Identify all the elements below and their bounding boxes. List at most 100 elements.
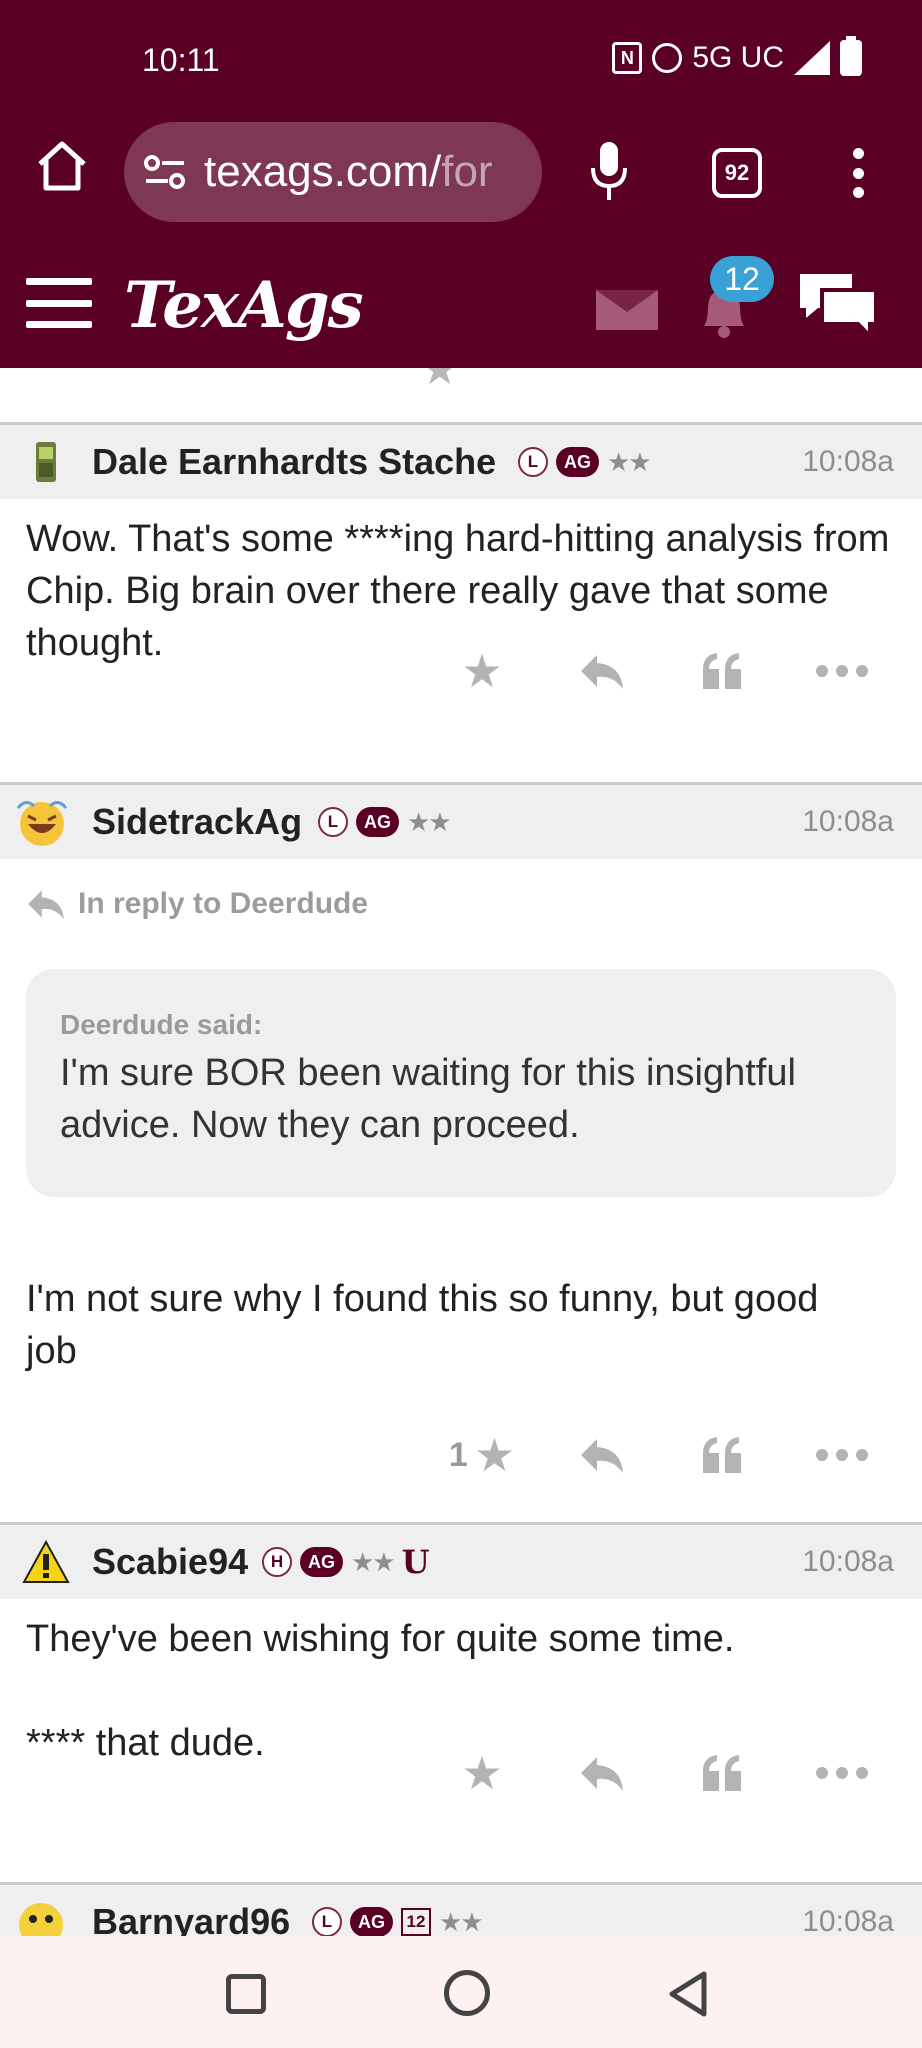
overflow-menu-icon[interactable] [852,148,864,198]
post-username[interactable]: Dale Earnhardts Stache [92,441,496,483]
mic-icon[interactable] [590,140,628,202]
quote-button[interactable] [662,641,782,701]
star-icon: ★ [461,1747,503,1799]
star-rating: ★★ [407,806,452,837]
reply-button[interactable] [542,1743,662,1803]
laughing-avatar-icon[interactable] [14,794,70,850]
reply-icon [581,1439,623,1473]
site-logo[interactable]: TexAgs [124,268,364,343]
like-count: 1 [448,1435,468,1474]
nfc-icon: N [612,42,643,74]
badge-l: L [312,1907,342,1936]
post-header: SidetrackAg L AG ★★ 10:08a [0,785,922,859]
star-rating: ★★ [351,1546,396,1577]
post-body-line: They've been wishing for quite some time… [26,1618,735,1660]
signal-icon [794,41,830,75]
url-dim: for [441,147,493,196]
like-button[interactable]: 1 ★ [422,1425,542,1485]
reply-to-label: In reply to Deerdude [78,887,369,920]
badge-ag: AG [356,807,399,837]
user-badges: L AG 12 ★★ [312,1906,484,1937]
quote-button[interactable] [662,1425,782,1485]
quote-block: Deerdude said: I'm sure BOR been waiting… [26,969,896,1197]
user-badges: H AG ★★ U [262,1543,430,1581]
more-button[interactable] [782,1743,902,1803]
badge-l: L [518,447,548,477]
quote-text: I'm sure BOR been waiting for this insig… [60,1052,796,1146]
emoji-avatar-icon[interactable] [14,1895,68,1936]
reply-icon [28,890,64,920]
url-bar[interactable]: texags.com/for [124,122,542,222]
more-button[interactable] [782,1425,902,1485]
like-button[interactable]: ★ [422,641,542,701]
badge-ag: AG [300,1547,343,1577]
home-nav-button[interactable] [444,1970,490,2016]
site-settings-icon[interactable] [144,155,186,189]
post: Barnyard96 L AG 12 ★★ 10:08a [0,1882,922,1936]
reply-icon [581,655,623,689]
hamburger-menu-icon[interactable] [26,278,92,328]
back-icon[interactable] [666,1970,710,2018]
post-username[interactable]: Scabie94 [92,1541,248,1583]
badge-ag: AG [556,447,599,477]
badge-ag: AG [350,1907,393,1936]
post-actions: 1 ★ [422,1425,902,1485]
system-nav-bar [0,1936,922,2048]
reply-to-link[interactable]: In reply to Deerdude [26,887,368,921]
badge-u: U [401,1543,430,1581]
mail-icon[interactable] [596,290,658,330]
user-badges: L AG ★★ [518,446,652,478]
user-badges: L AG ★★ [318,806,452,838]
post-header: Barnyard96 L AG 12 ★★ 10:08a [0,1885,922,1936]
post-time: 10:08a [802,1545,894,1578]
post: SidetrackAg L AG ★★ 10:08a In reply to D… [0,782,922,1522]
post-time: 10:08a [802,445,894,478]
url-text: texags.com/for [204,147,493,197]
star-icon: ★ [461,645,503,697]
thread-content: ★ Dale Earnhardts Stache L AG ★★ 10:08a … [0,368,922,1936]
previous-post-actions: ★ [420,368,459,395]
notification-badge[interactable]: 12 [710,256,774,302]
post-username[interactable]: Barnyard96 [92,1901,290,1936]
home-icon[interactable] [36,140,88,192]
badge-h: H [262,1547,292,1577]
reply-button[interactable] [542,641,662,701]
more-icon [816,665,868,677]
post-actions: ★ [422,641,902,701]
post-actions: ★ [422,1743,902,1803]
browser-chrome: 10:11 N 5G UC texags.com/for 92 TexAgs 1… [0,0,922,368]
post: Dale Earnhardts Stache L AG ★★ 10:08a Wo… [0,422,922,782]
network-label: 5G UC [692,41,784,74]
star-rating: ★★ [439,1906,484,1937]
like-button[interactable]: ★ [422,1743,542,1803]
tab-count-button[interactable]: 92 [712,148,762,198]
warning-avatar-icon[interactable] [22,1538,70,1586]
post-header: Dale Earnhardts Stache L AG ★★ 10:08a [0,425,922,499]
more-icon [816,1449,868,1461]
more-icon [816,1767,868,1779]
post-time: 10:08a [802,805,894,838]
battery-icon [840,36,862,76]
reply-button[interactable] [542,1425,662,1485]
reply-icon [581,1757,623,1791]
post-username[interactable]: SidetrackAg [92,801,302,843]
badge-l: L [318,807,348,837]
recents-button[interactable] [226,1974,266,2014]
status-icons: N 5G UC [612,36,862,76]
star-icon: ★ [473,1429,516,1481]
star-icon[interactable]: ★ [420,368,459,395]
star-rating: ★★ [607,446,652,477]
alarm-icon [652,43,683,73]
url-main: texags.com/ [204,147,442,196]
quote-icon [703,1755,741,1791]
more-button[interactable] [782,641,902,701]
post-body: I'm not sure why I found this so funny, … [26,1278,819,1372]
post-header: Scabie94 H AG ★★ U 10:08a [0,1525,922,1599]
phone-avatar-icon[interactable] [22,438,70,486]
badge-12: 12 [401,1908,431,1936]
chat-icon[interactable] [796,268,880,342]
quote-icon [703,1437,741,1473]
post: Scabie94 H AG ★★ U 10:08a They've been w… [0,1522,922,1882]
status-time: 10:11 [142,42,220,78]
quote-button[interactable] [662,1743,782,1803]
